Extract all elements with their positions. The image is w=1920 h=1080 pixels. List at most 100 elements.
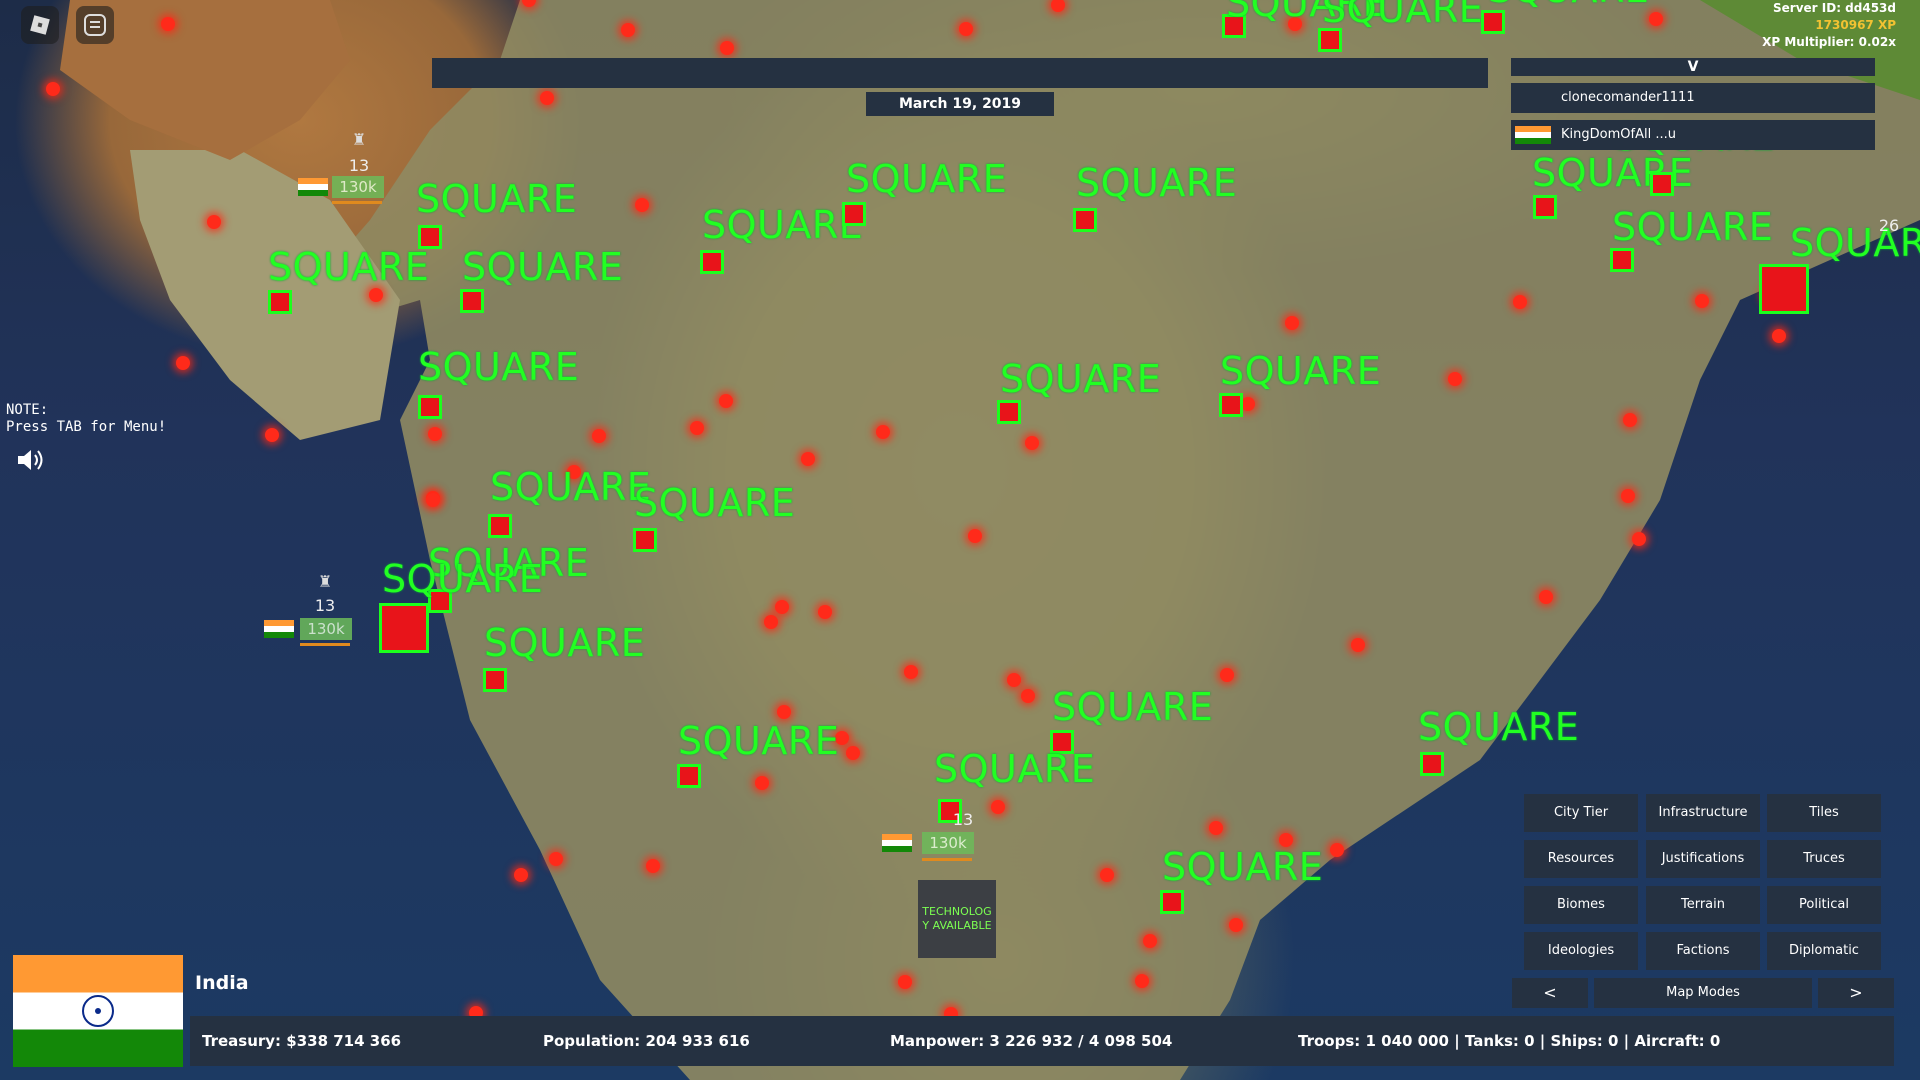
city-dot[interactable] <box>1695 294 1709 308</box>
city-dot[interactable] <box>1209 821 1223 835</box>
city-dot[interactable] <box>1649 12 1663 26</box>
city-dot[interactable] <box>635 198 649 212</box>
square-marker[interactable] <box>842 202 866 226</box>
city-dot[interactable] <box>514 868 528 882</box>
city-dot[interactable] <box>549 852 563 866</box>
map-mode-factions-button[interactable]: Factions <box>1646 932 1760 970</box>
map-mode-city-tier-button[interactable]: City Tier <box>1524 794 1638 832</box>
square-marker-label: SQUARE <box>268 245 430 289</box>
city-dot[interactable] <box>818 605 832 619</box>
city-dot[interactable] <box>1623 413 1637 427</box>
player-row[interactable]: KingDomOfAll ...u <box>1511 120 1875 150</box>
city-dot[interactable] <box>690 421 704 435</box>
map-mode-tiles-button[interactable]: Tiles <box>1767 794 1881 832</box>
technology-available-button[interactable]: TECHNOLOG Y AVAILABLE <box>918 880 996 958</box>
roblox-logo-button[interactable] <box>21 6 59 44</box>
city-dot[interactable] <box>755 776 769 790</box>
city-dot[interactable] <box>1100 868 1114 882</box>
square-marker[interactable] <box>1650 172 1674 196</box>
city-dot[interactable] <box>991 800 1005 814</box>
square-marker[interactable] <box>677 764 701 788</box>
city-dot[interactable] <box>428 427 442 441</box>
map-mode-prev-button[interactable]: < <box>1512 978 1588 1008</box>
city-dot[interactable] <box>1285 316 1299 330</box>
square-marker[interactable] <box>1420 752 1444 776</box>
map-mode-infrastructure-button[interactable]: Infrastructure <box>1646 794 1760 832</box>
square-marker[interactable] <box>1533 195 1557 219</box>
square-marker[interactable] <box>268 290 292 314</box>
city-dot[interactable] <box>1135 974 1149 988</box>
map-mode-political-button[interactable]: Political <box>1767 886 1881 924</box>
city-dot[interactable] <box>777 705 791 719</box>
player-row[interactable]: clonecomander1111 <box>1511 83 1875 113</box>
city-dot[interactable] <box>621 23 635 37</box>
city-dot[interactable] <box>1229 918 1243 932</box>
city-dot[interactable] <box>592 429 606 443</box>
player-list-toggle[interactable]: V <box>1511 58 1875 76</box>
city-dot[interactable] <box>1621 489 1635 503</box>
square-marker-label: SQUARE <box>1322 0 1484 31</box>
map-mode-truces-button[interactable]: Truces <box>1767 840 1881 878</box>
square-marker[interactable] <box>1759 264 1809 314</box>
map-mode-diplomatic-button[interactable]: Diplomatic <box>1767 932 1881 970</box>
city-dot[interactable] <box>161 17 175 31</box>
city-dot[interactable] <box>1772 329 1786 343</box>
unit-strength: 130k <box>300 618 352 640</box>
speaker-icon[interactable] <box>16 446 46 474</box>
city-dot[interactable] <box>1241 397 1255 411</box>
square-marker[interactable] <box>1073 208 1097 232</box>
square-marker[interactable] <box>488 514 512 538</box>
square-marker-label: SQUARE <box>490 465 652 509</box>
city-dot[interactable] <box>764 615 778 629</box>
city-dot[interactable] <box>876 425 890 439</box>
city-dot[interactable] <box>846 746 860 760</box>
square-marker[interactable] <box>418 395 442 419</box>
square-marker[interactable] <box>633 528 657 552</box>
city-dot[interactable] <box>1007 673 1021 687</box>
unit-count: 13 <box>314 596 336 615</box>
square-marker[interactable] <box>700 250 724 274</box>
square-marker[interactable] <box>1610 248 1634 272</box>
map-mode-next-button[interactable]: > <box>1818 978 1894 1008</box>
square-marker[interactable] <box>460 289 484 313</box>
city-dot[interactable] <box>1025 436 1039 450</box>
map-mode-biomes-button[interactable]: Biomes <box>1524 886 1638 924</box>
city-dot[interactable] <box>1448 372 1462 386</box>
square-marker[interactable] <box>997 400 1021 424</box>
city-dot[interactable] <box>1539 590 1553 604</box>
city-dot[interactable] <box>959 22 973 36</box>
city-dot[interactable] <box>801 452 815 466</box>
city-dot[interactable] <box>719 394 733 408</box>
map-mode-justifications-button[interactable]: Justifications <box>1646 840 1760 878</box>
map-mode-resources-button[interactable]: Resources <box>1524 840 1638 878</box>
city-dot[interactable] <box>904 665 918 679</box>
square-marker[interactable] <box>483 668 507 692</box>
city-dot[interactable] <box>426 493 440 507</box>
map-mode-ideologies-button[interactable]: Ideologies <box>1524 932 1638 970</box>
chat-menu-button[interactable] <box>76 6 114 44</box>
city-dot[interactable] <box>898 975 912 989</box>
square-marker[interactable] <box>1318 28 1342 52</box>
city-dot[interactable] <box>1021 689 1035 703</box>
city-dot[interactable] <box>1220 668 1234 682</box>
city-dot[interactable] <box>1351 638 1365 652</box>
city-dot[interactable] <box>176 356 190 370</box>
city-dot[interactable] <box>207 215 221 229</box>
city-dot[interactable] <box>46 82 60 96</box>
square-marker[interactable] <box>1219 393 1243 417</box>
city-dot[interactable] <box>720 41 734 55</box>
city-dot[interactable] <box>1513 295 1527 309</box>
city-dot[interactable] <box>369 288 383 302</box>
square-marker[interactable] <box>1481 10 1505 34</box>
city-dot[interactable] <box>646 859 660 873</box>
city-dot[interactable] <box>1143 934 1157 948</box>
city-dot[interactable] <box>775 600 789 614</box>
city-dot[interactable] <box>1330 843 1344 857</box>
city-dot[interactable] <box>540 91 554 105</box>
city-dot[interactable] <box>265 428 279 442</box>
city-dot[interactable] <box>1632 532 1646 546</box>
city-dot[interactable] <box>968 529 982 543</box>
square-marker[interactable] <box>1160 890 1184 914</box>
map-mode-terrain-button[interactable]: Terrain <box>1646 886 1760 924</box>
square-marker[interactable] <box>379 603 429 653</box>
